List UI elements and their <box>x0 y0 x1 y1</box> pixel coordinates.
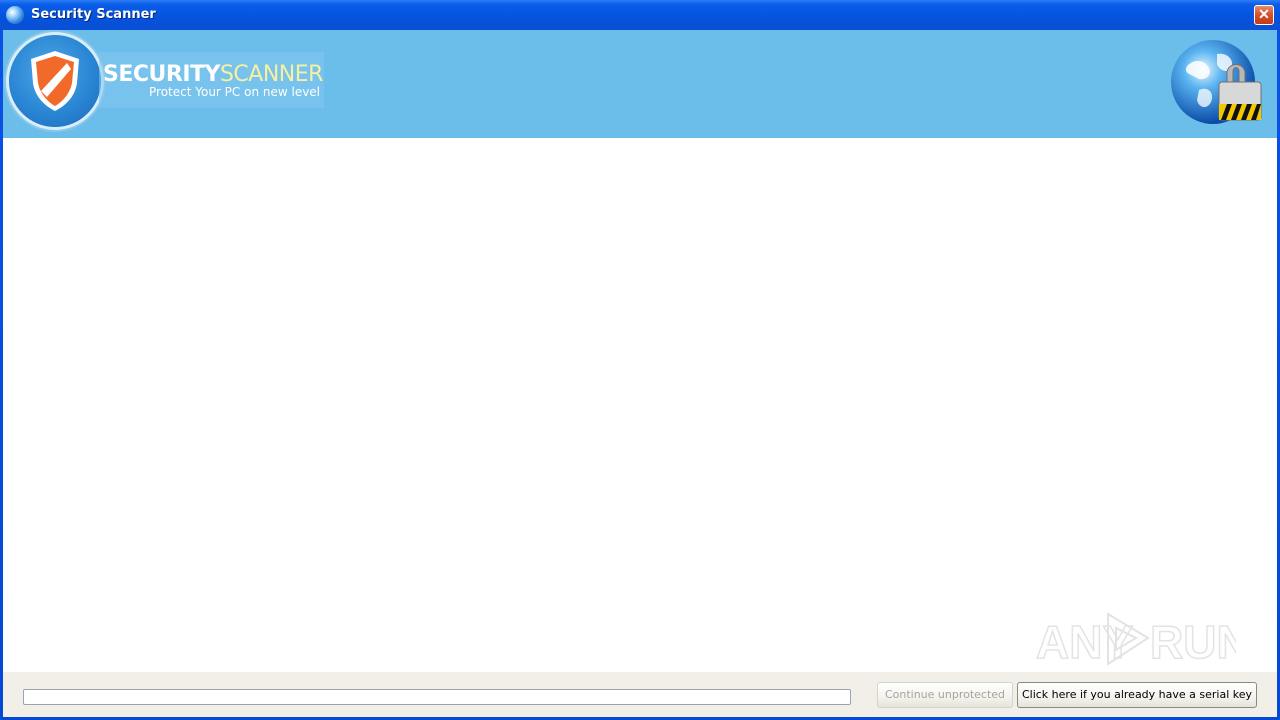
window-title: Security Scanner <box>31 7 156 22</box>
close-button[interactable]: ✕ <box>1254 5 1274 25</box>
globe-lock-icon <box>1171 40 1262 124</box>
continue-unprotected-button[interactable]: Continue unprotected <box>877 682 1013 708</box>
app-globe-icon <box>6 6 24 24</box>
tagline: Protect Your PC on new level <box>149 85 321 99</box>
anyrun-watermark: ANY RUN <box>1036 612 1236 669</box>
scan-progress-bar <box>23 689 851 705</box>
watermark-left: ANY <box>1036 616 1133 668</box>
title-bar[interactable]: Security Scanner ✕ <box>0 0 1280 30</box>
brand-secondary: SCANNER <box>219 62 323 87</box>
brand-name: SECURITYSCANNER <box>103 62 323 87</box>
serial-key-button[interactable]: Click here if you already have a serial … <box>1017 682 1257 708</box>
shield-logo <box>9 35 101 127</box>
app-window: Security Scanner ✕ SECURITYSCANNER Prote… <box>0 0 1280 720</box>
header-banner: SECURITYSCANNER Protect Your PC on new l… <box>3 30 1277 138</box>
brand-primary: SECURITY <box>103 62 220 87</box>
watermark-right: RUN <box>1150 616 1236 668</box>
bottom-bar: Continue unprotected Click here if you a… <box>3 672 1277 717</box>
shield-icon <box>31 51 79 111</box>
